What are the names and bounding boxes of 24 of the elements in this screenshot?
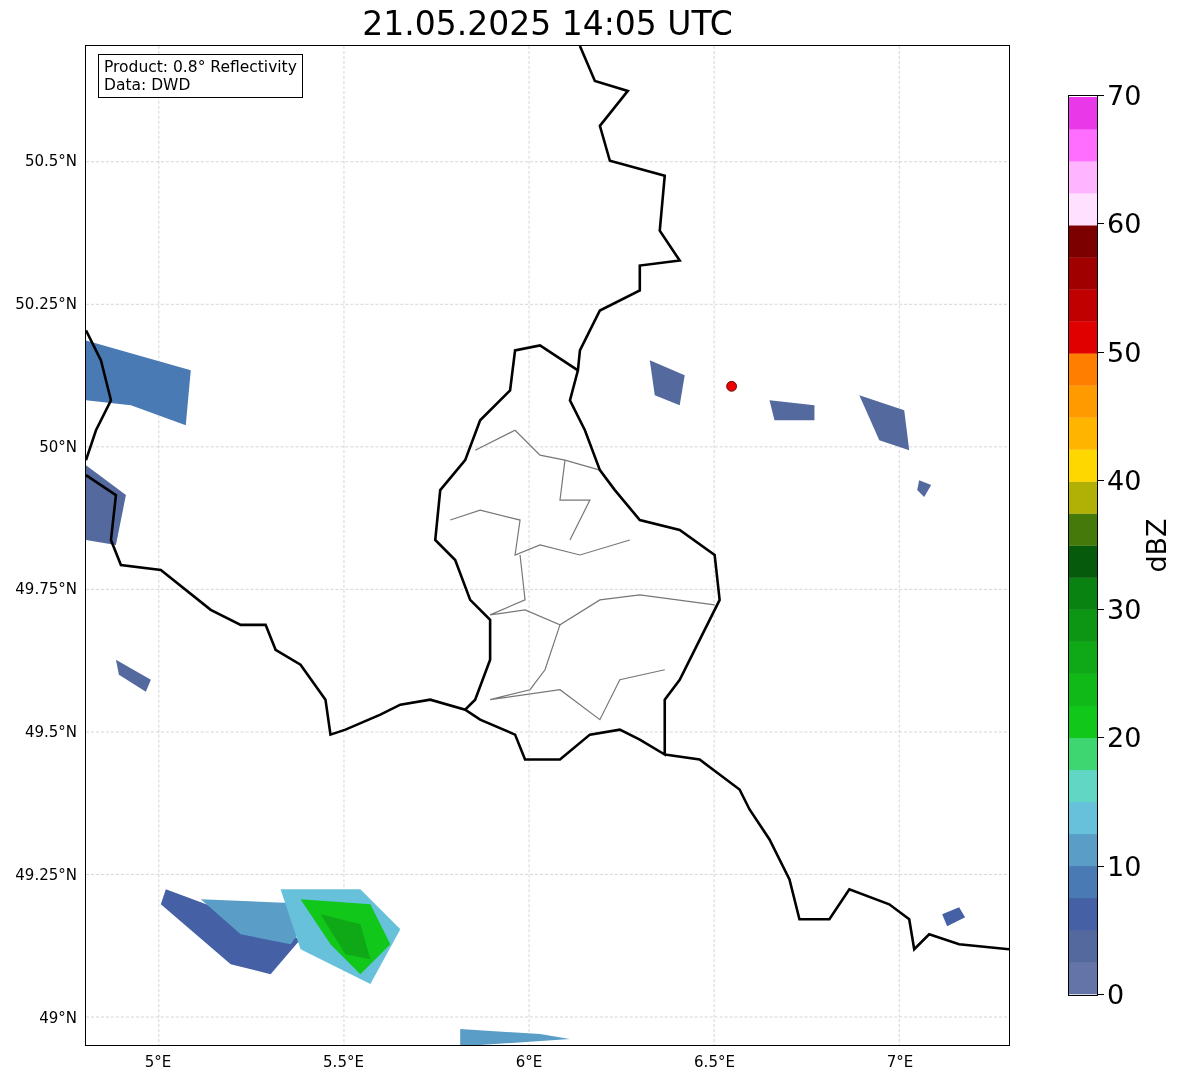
colorbar-tick-label: 20 xyxy=(1107,723,1142,751)
colorbar-tick-label: 70 xyxy=(1107,81,1142,109)
colorbar-tick-label: 0 xyxy=(1107,980,1125,1008)
x-tick-label: 5.5°E xyxy=(323,1053,364,1071)
y-tick-label: 49°N xyxy=(39,1008,77,1027)
x-tick-label: 6°E xyxy=(515,1053,543,1071)
y-tick-label: 49.5°N xyxy=(24,723,77,742)
y-tick-label: 50.25°N xyxy=(15,294,77,313)
colorbar-tick-label: 60 xyxy=(1107,209,1142,237)
info-text: Data: DWD xyxy=(104,76,192,94)
y-tick-label: 49.25°N xyxy=(15,866,77,884)
y-tick-label: 50.5°N xyxy=(24,152,77,170)
info-text: Product: 0.8° Reflectivity xyxy=(104,58,297,76)
y-tick-label: 50°N xyxy=(39,437,77,456)
colorbar-tick-label: 40 xyxy=(1107,466,1142,494)
colorbar-tick-label: 50 xyxy=(1107,338,1142,366)
y-tick-label: 49.75°N xyxy=(15,580,77,599)
x-tick-label: 7°E xyxy=(886,1053,914,1071)
colorbar-label: dBZ xyxy=(1140,518,1172,573)
chart-title: 21.05.2025 14:05 UTC xyxy=(361,3,734,45)
colorbar-tick-label: 10 xyxy=(1107,852,1142,880)
colorbar-tick-label: 30 xyxy=(1107,595,1142,623)
x-tick-label: 6.5°E xyxy=(694,1053,735,1071)
x-tick-label: 5°E xyxy=(144,1053,172,1071)
